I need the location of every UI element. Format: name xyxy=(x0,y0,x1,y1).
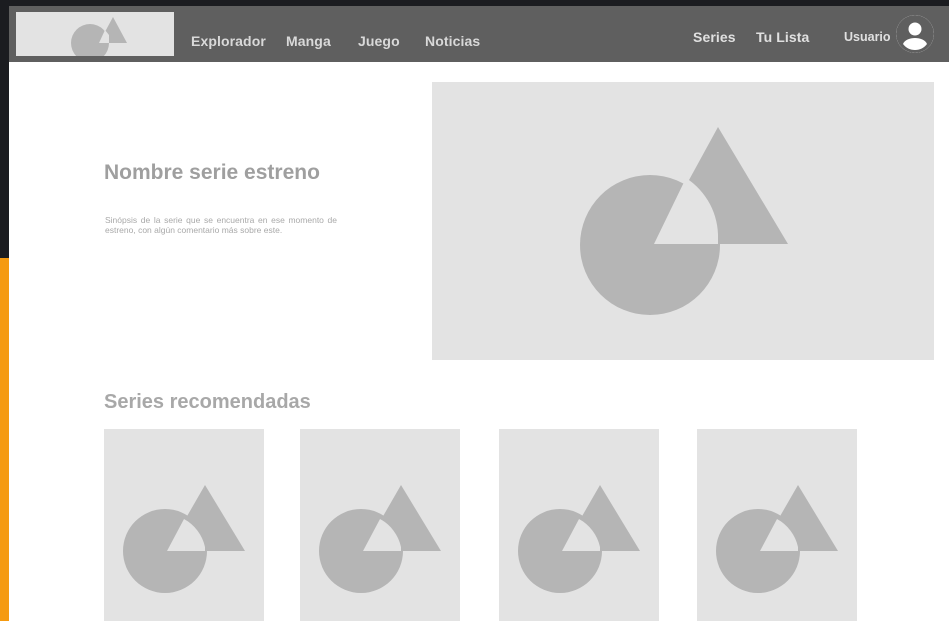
shapes-placeholder-icon xyxy=(319,485,441,593)
shapes-placeholder-icon xyxy=(123,485,245,593)
series-card[interactable] xyxy=(300,429,460,621)
series-card[interactable] xyxy=(104,429,264,621)
nav-link-tu-lista[interactable]: Tu Lista xyxy=(756,29,809,45)
user-avatar-icon[interactable] xyxy=(896,15,934,53)
orange-accent-stripe xyxy=(0,258,9,621)
page: Explorador Manga Juego Noticias Series T… xyxy=(9,6,949,621)
shapes-placeholder-icon xyxy=(71,17,127,56)
nav-link-explorador[interactable]: Explorador xyxy=(191,33,266,49)
nav-link-manga[interactable]: Manga xyxy=(286,33,331,49)
hero-synopsis: Sinópsis de la serie que se encuentra en… xyxy=(105,214,337,235)
hero-image[interactable] xyxy=(432,82,934,360)
top-navbar: Explorador Manga Juego Noticias Series T… xyxy=(9,6,949,62)
series-card[interactable] xyxy=(697,429,857,621)
logo[interactable] xyxy=(16,12,174,56)
nav-link-juego[interactable]: Juego xyxy=(358,33,400,49)
shapes-placeholder-icon xyxy=(518,485,640,593)
shapes-placeholder-icon xyxy=(716,485,838,593)
nav-link-noticias[interactable]: Noticias xyxy=(425,33,480,49)
series-card[interactable] xyxy=(499,429,659,621)
hero-title: Nombre serie estreno xyxy=(104,161,320,184)
section-title-recommended: Series recomendadas xyxy=(104,391,311,413)
user-label[interactable]: Usuario xyxy=(844,30,891,44)
nav-link-series[interactable]: Series xyxy=(693,29,736,45)
shapes-placeholder-icon xyxy=(580,127,788,315)
